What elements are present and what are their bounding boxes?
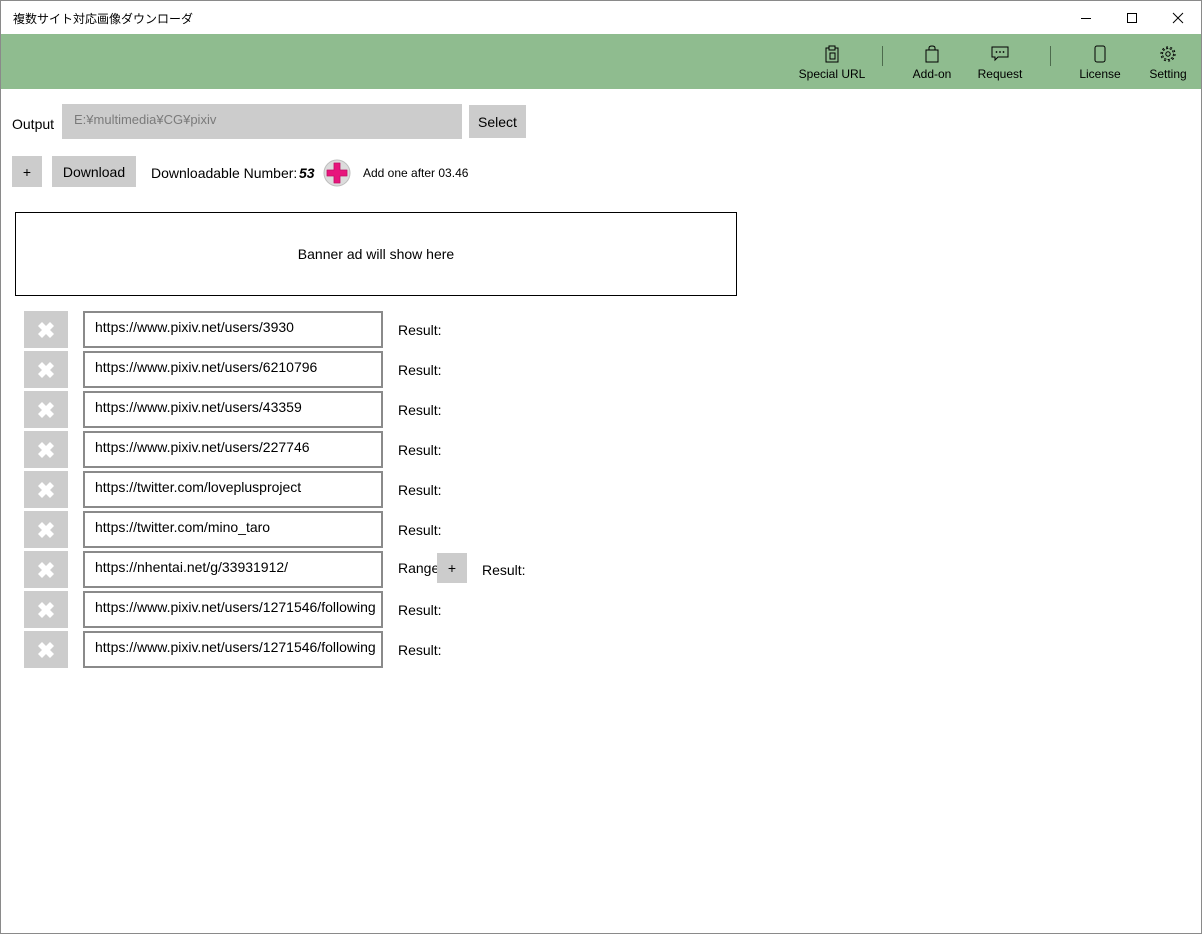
select-button[interactable]: Select [469, 105, 526, 138]
url-input[interactable]: https://www.pixiv.net/users/6210796 [83, 351, 383, 388]
add-url-button[interactable]: + [12, 156, 42, 187]
url-row: https://www.pixiv.net/users/6210796 Resu… [1, 351, 701, 391]
special-url-label: Special URL [798, 67, 866, 81]
delete-x-icon [38, 641, 54, 658]
result-label: Result: [398, 442, 442, 458]
phone-icon [1094, 44, 1106, 64]
url-row: https://twitter.com/mino_taro Result: [1, 511, 701, 551]
separator [1050, 46, 1051, 66]
app-window: 複数サイト対応画像ダウンローダ Special URL Add-on Reque… [0, 0, 1202, 934]
add-on-button[interactable]: Add-on [907, 34, 957, 89]
url-row: https://www.pixiv.net/users/1271546/foll… [1, 591, 701, 631]
chat-icon [991, 44, 1009, 64]
url-input[interactable]: https://www.pixiv.net/users/1271546/foll… [83, 591, 383, 628]
gear-icon [1159, 44, 1177, 64]
result-label: Result: [398, 522, 442, 538]
url-input[interactable]: https://www.pixiv.net/users/1271546/foll… [83, 631, 383, 668]
special-url-button[interactable]: Special URL [797, 34, 867, 89]
delete-x-icon [38, 601, 54, 618]
url-row: https://www.pixiv.net/users/1271546/foll… [1, 631, 701, 671]
delete-url-button[interactable] [24, 431, 68, 468]
result-label: Result: [398, 402, 442, 418]
url-row: https://www.pixiv.net/users/227746 Resul… [1, 431, 701, 471]
delete-x-icon [38, 561, 54, 578]
url-input[interactable]: https://www.pixiv.net/users/43359 [83, 391, 383, 428]
url-input[interactable]: https://www.pixiv.net/users/227746 [83, 431, 383, 468]
url-row: https://www.pixiv.net/users/3930 Result: [1, 311, 701, 351]
clipboard-icon [824, 44, 840, 64]
maximize-button[interactable] [1109, 1, 1155, 34]
window-title: 複数サイト対応画像ダウンローダ [13, 12, 194, 26]
result-label: Result: [398, 322, 442, 338]
setting-label: Setting [1149, 67, 1187, 81]
request-label: Request [977, 67, 1023, 81]
url-row: https://www.pixiv.net/users/43359 Result… [1, 391, 701, 431]
close-button[interactable] [1155, 1, 1201, 34]
maximize-icon [1127, 12, 1137, 23]
add-count-icon[interactable] [322, 158, 352, 188]
output-path-field[interactable]: E:¥multimedia¥CG¥pixiv [62, 104, 462, 139]
result-label: Result: [482, 562, 526, 578]
request-button[interactable]: Request [974, 34, 1026, 89]
add-on-label: Add-on [912, 67, 952, 81]
title-bar: 複数サイト対応画像ダウンローダ [1, 1, 1201, 34]
close-icon [1172, 12, 1184, 23]
setting-button[interactable]: Setting [1144, 34, 1192, 89]
delete-url-button[interactable] [24, 511, 68, 548]
delete-url-button[interactable] [24, 631, 68, 668]
minimize-icon [1081, 17, 1091, 19]
result-label: Result: [398, 362, 442, 378]
delete-x-icon [38, 361, 54, 378]
delete-x-icon [38, 521, 54, 538]
minimize-button[interactable] [1063, 1, 1109, 34]
command-bar: Special URL Add-on Request License Setti… [1, 34, 1201, 89]
downloadable-number-value: 53 [299, 165, 315, 181]
shopping-bag-icon [925, 44, 939, 64]
url-row: https://nhentai.net/g/33931912/ Range + … [1, 551, 701, 591]
license-button[interactable]: License [1076, 34, 1124, 89]
delete-url-button[interactable] [24, 351, 68, 388]
delete-url-button[interactable] [24, 551, 68, 588]
output-label: Output [12, 116, 55, 132]
downloadable-number-label: Downloadable Number: [151, 165, 298, 181]
range-add-button[interactable]: + [437, 553, 467, 583]
delete-x-icon [38, 401, 54, 418]
delete-x-icon [38, 321, 54, 338]
separator [882, 46, 883, 66]
url-input[interactable]: https://twitter.com/mino_taro [83, 511, 383, 548]
add-one-timer-text: Add one after 03.46 [363, 166, 469, 180]
delete-x-icon [38, 441, 54, 458]
url-input[interactable]: https://www.pixiv.net/users/3930 [83, 311, 383, 348]
result-label: Result: [398, 482, 442, 498]
url-row: https://twitter.com/loveplusproject Resu… [1, 471, 701, 511]
url-input[interactable]: https://twitter.com/loveplusproject [83, 471, 383, 508]
result-label: Result: [398, 642, 442, 658]
delete-url-button[interactable] [24, 391, 68, 428]
download-button[interactable]: Download [52, 156, 136, 187]
url-input[interactable]: https://nhentai.net/g/33931912/ [83, 551, 383, 588]
range-label: Range [398, 560, 440, 576]
delete-url-button[interactable] [24, 471, 68, 508]
banner-ad-text: Banner ad will show here [297, 246, 455, 262]
result-label: Result: [398, 602, 442, 618]
banner-ad-placeholder: Banner ad will show here [15, 212, 737, 296]
delete-url-button[interactable] [24, 591, 68, 628]
license-label: License [1079, 67, 1121, 81]
delete-x-icon [38, 481, 54, 498]
delete-url-button[interactable] [24, 311, 68, 348]
